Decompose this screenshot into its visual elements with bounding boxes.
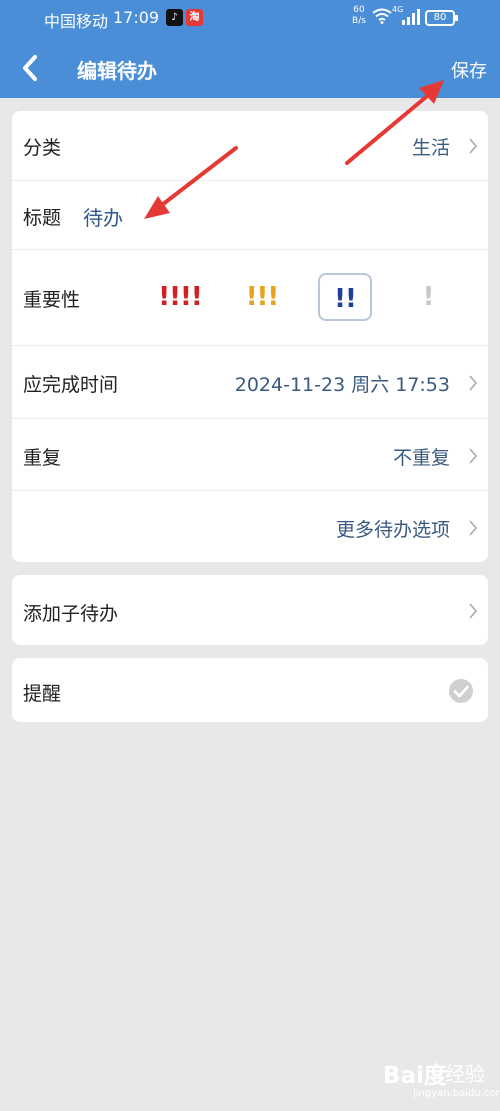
- importance-level-2[interactable]: !!: [318, 273, 372, 321]
- category-label: 分类: [23, 137, 62, 159]
- network-speed: 60 B/s: [347, 5, 371, 27]
- watermark-text: 经验: [445, 1062, 485, 1086]
- chevron-right-icon: [469, 603, 478, 619]
- title-row: 标题 待办: [12, 181, 488, 250]
- carrier-name: 中国移动: [44, 12, 109, 31]
- status-time: 17:09: [113, 8, 160, 27]
- tiktok-icon: ♪: [166, 9, 183, 26]
- more-options-row[interactable]: 更多待办选项: [12, 491, 488, 562]
- app-header: 编辑待办 保存: [0, 38, 500, 98]
- reminder-label: 提醒: [23, 683, 62, 705]
- todo-form-card: 分类 生活 标题 待办 重要性 !!!! !!! !! ! 应完成时间 2024…: [12, 111, 488, 562]
- page-title: 编辑待办: [77, 59, 157, 83]
- add-subtask-row[interactable]: 添加子待办: [12, 575, 488, 645]
- repeat-value: 不重复: [392, 447, 450, 469]
- repeat-label: 重复: [23, 447, 62, 469]
- wifi-icon: [372, 8, 392, 24]
- due-time-row[interactable]: 应完成时间 2024-11-23 周六 17:53: [12, 346, 488, 419]
- chevron-right-icon: [469, 375, 478, 391]
- importance-level-4[interactable]: !!!!: [153, 273, 207, 321]
- watermark-logo: Bai度: [383, 1063, 447, 1089]
- baidu-jingyan-watermark: Bai度 经验 jingyan.baidu.com: [383, 1056, 500, 1102]
- chevron-right-icon: [469, 520, 478, 536]
- importance-row: 重要性 !!!! !!! !! !: [12, 250, 488, 346]
- chevron-right-icon: [469, 448, 478, 464]
- reminder-row: 提醒: [12, 658, 488, 722]
- category-value: 生活: [411, 137, 450, 159]
- title-label: 标题: [23, 207, 62, 229]
- repeat-row[interactable]: 重复 不重复: [12, 419, 488, 491]
- category-row[interactable]: 分类 生活: [12, 111, 488, 181]
- signal-icon: [402, 9, 420, 25]
- battery-level: 80: [433, 12, 447, 23]
- reminder-checkbox-icon[interactable]: [448, 678, 474, 704]
- importance-level-3[interactable]: !!!: [235, 273, 289, 321]
- title-input[interactable]: 待办: [83, 202, 123, 231]
- due-time-label: 应完成时间: [23, 374, 119, 396]
- importance-label: 重要性: [23, 289, 81, 311]
- save-button[interactable]: 保存: [451, 57, 487, 83]
- add-subtask-label: 添加子待办: [23, 603, 119, 625]
- back-arrow-icon[interactable]: [18, 54, 44, 82]
- battery-icon: 80: [425, 10, 458, 26]
- status-bar: 中国移动 17:09 ♪ 淘 60 B/s 4G 80: [0, 0, 500, 38]
- due-time-value: 2024-11-23 周六 17:53: [234, 374, 450, 396]
- network-speed-value: 60: [353, 5, 365, 15]
- chevron-right-icon: [469, 138, 478, 154]
- taobao-icon: 淘: [186, 9, 203, 26]
- more-options-label: 更多待办选项: [335, 519, 450, 541]
- watermark-url: jingyan.baidu.com: [413, 1088, 500, 1099]
- importance-level-1[interactable]: !: [401, 273, 455, 321]
- network-speed-unit: B/s: [352, 16, 366, 26]
